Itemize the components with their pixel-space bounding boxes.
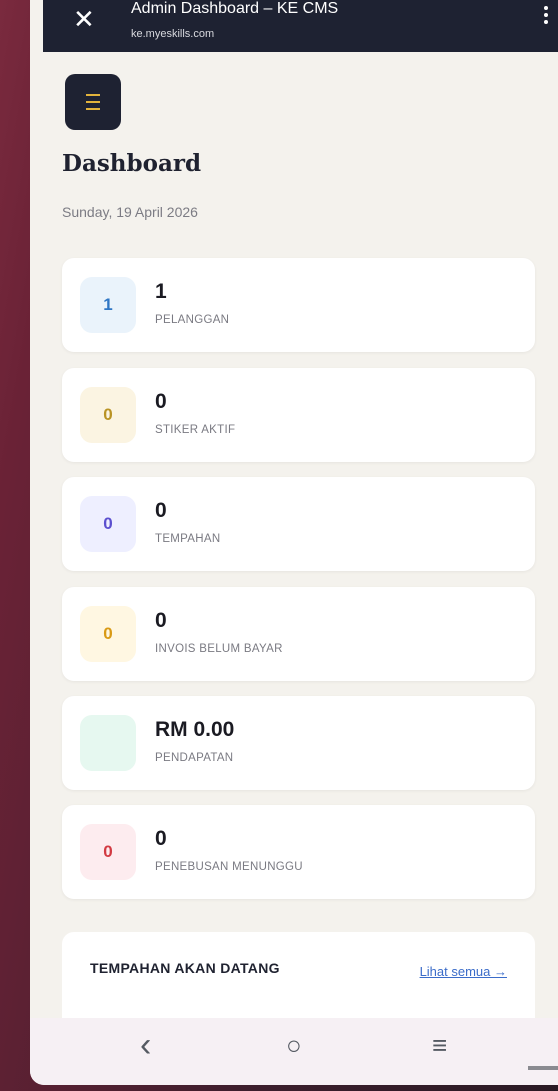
stat-icon: 0 [80,824,136,880]
stat-label: PELANGGAN [155,314,230,326]
stat-card-invois-belum-bayar[interactable]: 0 0 INVOIS BELUM BAYAR [62,587,535,681]
more-options-icon[interactable] [544,6,548,27]
phone-screen: ✕ Admin Dashboard – KE CMS ke.myeskills.… [30,0,558,1085]
stat-icon: 0 [80,387,136,443]
browser-page-title: Admin Dashboard – KE CMS [131,0,339,17]
stat-value: 0 [155,499,167,522]
stat-label: TEMPAHAN [155,533,221,545]
hamburger-icon-bar [86,108,100,110]
section-title: TEMPAHAN AKAN DATANG [90,960,280,976]
stat-value: RM 0.00 [155,718,235,741]
browser-url: ke.myeskills.com [131,28,215,40]
hamburger-icon [86,94,100,96]
stat-icon [80,715,136,771]
view-all-link[interactable]: Lihat semua → [420,964,507,979]
stat-icon: 0 [80,606,136,662]
stat-card-stiker-aktif[interactable]: 0 0 STIKER AKTIF [62,368,535,462]
stat-card-pelanggan[interactable]: 1 1 PELANGGAN [62,258,535,352]
side-handle [528,1066,558,1070]
stat-value: 1 [155,280,167,303]
stat-label: INVOIS BELUM BAYAR [155,643,283,655]
recents-icon[interactable]: ≡ [432,1030,447,1060]
android-navigation-bar: ‹ ○ ≡ [30,1018,558,1085]
stat-label: PENEBUSAN MENUNGGU [155,861,303,873]
stat-icon: 0 [80,496,136,552]
stat-label: STIKER AKTIF [155,424,236,436]
stat-value: 0 [155,390,167,413]
back-icon[interactable]: ‹ [140,1028,151,1062]
stat-card-penebusan-menunggu[interactable]: 0 0 PENEBUSAN MENUNGGU [62,805,535,899]
stat-card-tempahan[interactable]: 0 0 TEMPAHAN [62,477,535,571]
stat-label: PENDAPATAN [155,752,234,764]
hamburger-menu-button[interactable] [65,74,121,130]
stat-value: 0 [155,609,167,632]
page-date: Sunday, 19 April 2026 [62,204,198,220]
stat-value: 0 [155,827,167,850]
hamburger-icon-bar [86,101,100,103]
home-icon[interactable]: ○ [286,1030,302,1060]
stat-icon: 1 [80,277,136,333]
browser-toolbar: ✕ Admin Dashboard – KE CMS ke.myeskills.… [43,0,558,52]
link-wrapper: Lihat semua → [397,932,507,992]
close-icon[interactable]: ✕ [73,6,95,32]
page-title: Dashboard [62,150,202,177]
stat-card-pendapatan[interactable]: RM 0.00 PENDAPATAN [62,696,535,790]
